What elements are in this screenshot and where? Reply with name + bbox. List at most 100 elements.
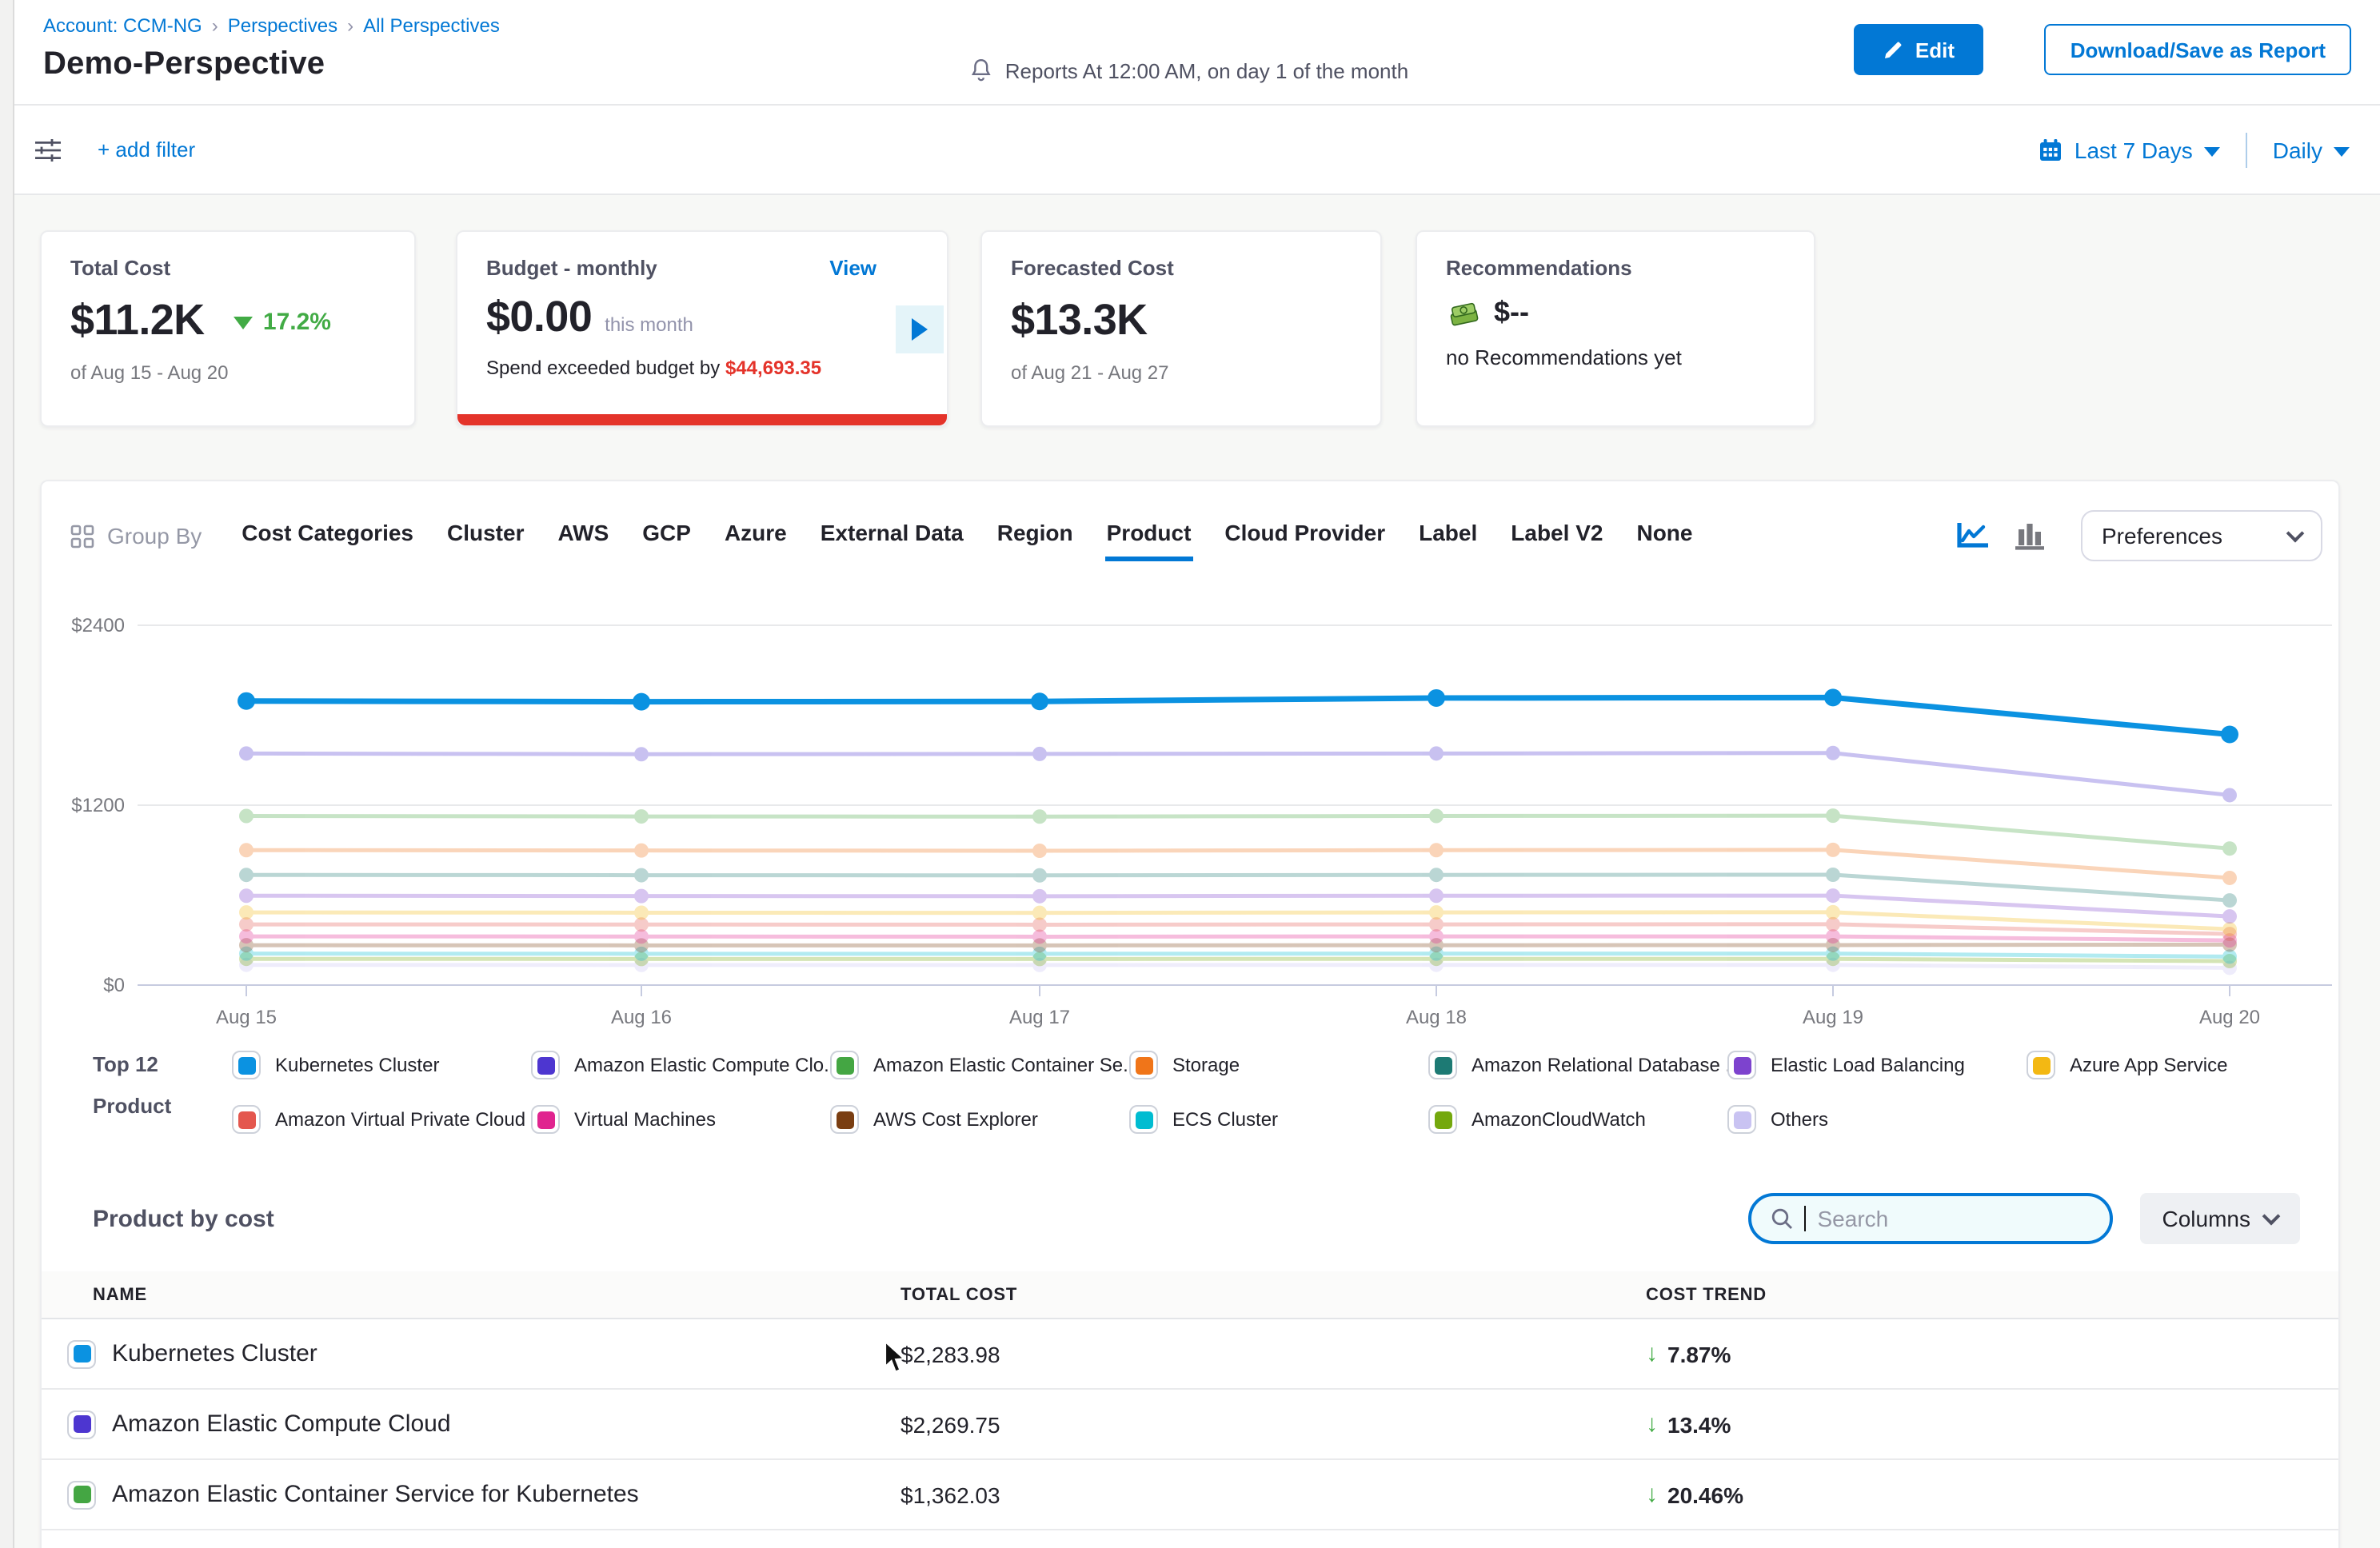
total-cost-card[interactable]: Total Cost $11.2K 17.2% of Aug 15 - Aug … <box>40 230 416 427</box>
forecasted-cost-value: $13.3K <box>1011 296 1352 345</box>
legend-label: Storage <box>1172 1054 1240 1076</box>
legend-item-amazon-elastic-container-service-for-kubernetes[interactable]: Amazon Elastic Container Se... <box>830 1044 1129 1086</box>
forecasted-cost-card[interactable]: Forecasted Cost $13.3K of Aug 21 - Aug 2… <box>980 230 1382 427</box>
chart-legend: Top 12 Product Kubernetes Cluster Amazon … <box>93 1044 2326 1140</box>
legend-item-amazon-relational-database-service[interactable]: Amazon Relational Database ... <box>1428 1044 1727 1086</box>
edit-button[interactable]: Edit <box>1855 24 1983 75</box>
summary-cards-row: Total Cost $11.2K 17.2% of Aug 15 - Aug … <box>40 230 2380 427</box>
tab-cloud-provider[interactable]: Cloud Provider <box>1223 510 1387 561</box>
budget-value: $0.00 <box>486 293 592 342</box>
series-storage[interactable] <box>239 843 2237 885</box>
legend-swatch <box>531 1105 560 1134</box>
tab-gcp[interactable]: GCP <box>641 510 693 561</box>
tab-region[interactable]: Region <box>996 510 1075 561</box>
trend-down-arrow-icon: ↓ <box>1646 1410 1658 1438</box>
legend-label: Virtual Machines <box>574 1108 716 1131</box>
legend-item-virtual-machines[interactable]: Virtual Machines <box>531 1099 830 1140</box>
table-header-row: NAME TOTAL COST COST TREND <box>42 1271 2338 1319</box>
recommendations-title: Recommendations <box>1446 256 1785 280</box>
legend-item-storage[interactable]: Storage <box>1129 1044 1428 1086</box>
bar-chart-icon <box>2012 521 2047 551</box>
recommendations-subtext: no Recommendations yet <box>1446 345 1785 369</box>
svg-text:$1200: $1200 <box>71 795 125 816</box>
svg-text:Aug 15: Aug 15 <box>216 1007 277 1028</box>
svg-text:Aug 20: Aug 20 <box>2199 1007 2260 1028</box>
table-row-amazon-elastic-container-service-for-kubernetes[interactable]: Amazon Elastic Container Service for Kub… <box>42 1460 2338 1530</box>
legend-item-aws-cost-explorer[interactable]: AWS Cost Explorer <box>830 1099 1129 1140</box>
table-row-kubernetes-cluster[interactable]: Kubernetes Cluster$2,283.98↓7.87% <box>42 1319 2338 1390</box>
cost-trend-cell: ↓7.87% <box>1646 1340 1731 1367</box>
total-cost-value: $11.2K <box>70 296 205 345</box>
legend-swatch <box>1428 1105 1457 1134</box>
budget-card[interactable]: Budget - monthly View $0.00 this month S… <box>456 230 948 427</box>
legend-swatch <box>2027 1051 2055 1079</box>
add-filter-link[interactable]: + add filter <box>98 138 195 162</box>
column-header-name[interactable]: NAME <box>93 1285 900 1304</box>
table-row-amazon-elastic-compute-cloud[interactable]: Amazon Elastic Compute Cloud$2,269.75↓13… <box>42 1390 2338 1460</box>
columns-button[interactable]: Columns <box>2140 1193 2301 1244</box>
legend-item-ecs-cluster[interactable]: ECS Cluster <box>1129 1099 1428 1140</box>
breadcrumb-perspectives-link[interactable]: Perspectives <box>228 14 337 37</box>
trend-value: 20.46% <box>1667 1482 1743 1507</box>
tab-azure[interactable]: Azure <box>723 510 789 561</box>
budget-view-link[interactable]: View <box>829 256 877 280</box>
legend-swatch <box>830 1051 859 1079</box>
chart-controls: Preferences <box>1956 510 2322 561</box>
filter-settings-button[interactable] <box>34 137 62 162</box>
legend-item-azure-app-service[interactable]: Azure App Service <box>2027 1044 2326 1086</box>
cost-line-chart[interactable]: $0$1200$2400Aug 15Aug 16Aug 17Aug 18Aug … <box>42 598 2340 1038</box>
download-save-report-button[interactable]: Download/Save as Report <box>2045 24 2351 75</box>
date-range-dropdown[interactable]: Last 7 Days <box>2038 137 2220 162</box>
legend-label: Amazon Elastic Container Se... <box>873 1054 1129 1076</box>
tab-label[interactable]: Label <box>1417 510 1479 561</box>
legend-item-amazoncloudwatch[interactable]: AmazonCloudWatch <box>1428 1099 1727 1140</box>
reports-schedule-note: Reports At 12:00 AM, on day 1 of the mon… <box>968 58 1408 83</box>
legend-item-amazon-virtual-private-cloud[interactable]: Amazon Virtual Private Cloud <box>232 1099 531 1140</box>
svg-text:Aug 19: Aug 19 <box>1803 1007 1863 1028</box>
granularity-dropdown[interactable]: Daily <box>2273 137 2350 162</box>
legend-label: Kubernetes Cluster <box>275 1054 439 1076</box>
breadcrumb-all-perspectives-link[interactable]: All Perspectives <box>363 14 500 37</box>
table-search-box[interactable] <box>1748 1193 2113 1244</box>
legend-swatch <box>531 1051 560 1079</box>
line-chart-toggle[interactable] <box>1956 521 1991 551</box>
breadcrumb-separator: › <box>212 14 218 37</box>
legend-item-kubernetes-cluster[interactable]: Kubernetes Cluster <box>232 1044 531 1086</box>
legend-label: Amazon Elastic Compute Clo... <box>574 1054 830 1076</box>
column-header-cost-trend[interactable]: COST TREND <box>1646 1285 1767 1304</box>
legend-swatch <box>1428 1051 1457 1079</box>
recommendations-card[interactable]: Recommendations $-- no Recommendations y… <box>1416 230 1815 427</box>
bar-chart-toggle[interactable] <box>2012 521 2047 551</box>
tab-none[interactable]: None <box>1635 510 1694 561</box>
legend-group-label: Top 12 Product <box>93 1044 232 1140</box>
series-aws-cost-explorer[interactable] <box>239 937 2237 952</box>
breadcrumb-account-link[interactable]: Account: CCM-NG <box>43 14 202 37</box>
breadcrumb: Account: CCM-NG › Perspectives › All Per… <box>43 14 500 37</box>
total-cost-delta: 17.2% <box>234 309 331 336</box>
download-button-label: Download/Save as Report <box>2071 38 2326 62</box>
tab-cluster[interactable]: Cluster <box>445 510 525 561</box>
legend-item-amazon-elastic-compute-cloud[interactable]: Amazon Elastic Compute Clo... <box>531 1044 830 1086</box>
granularity-label: Daily <box>2273 137 2322 162</box>
legend-item-elastic-load-balancing[interactable]: Elastic Load Balancing <box>1727 1044 2027 1086</box>
column-header-total-cost[interactable]: TOTAL COST <box>900 1285 1646 1304</box>
series-amazon-elastic-compute-cloud[interactable] <box>239 746 2237 803</box>
page-title: Demo-Perspective <box>43 46 325 83</box>
legend-item-others[interactable]: Others <box>1727 1099 2027 1140</box>
card-carousel-next-button[interactable] <box>896 305 944 353</box>
trend-down-arrow-icon: ↓ <box>1646 1481 1658 1508</box>
preferences-dropdown[interactable]: Preferences <box>2081 510 2322 561</box>
filter-bar: + add filter Last 7 Days Daily <box>14 106 2380 195</box>
series-azure-app-service[interactable] <box>239 905 2237 936</box>
series-kubernetes-cluster[interactable] <box>238 688 2238 743</box>
tab-product[interactable]: Product <box>1105 510 1193 561</box>
text-cursor <box>1804 1206 1807 1231</box>
legend-label: ECS Cluster <box>1172 1108 1278 1131</box>
search-input[interactable] <box>1818 1206 2058 1231</box>
tab-aws[interactable]: AWS <box>556 510 610 561</box>
product-name: Amazon Elastic Container Service for Kub… <box>112 1481 639 1508</box>
tab-label-v2[interactable]: Label V2 <box>1509 510 1604 561</box>
tab-external-data[interactable]: External Data <box>819 510 965 561</box>
tab-cost-categories[interactable]: Cost Categories <box>240 510 415 561</box>
filter-sliders-icon <box>34 137 62 162</box>
